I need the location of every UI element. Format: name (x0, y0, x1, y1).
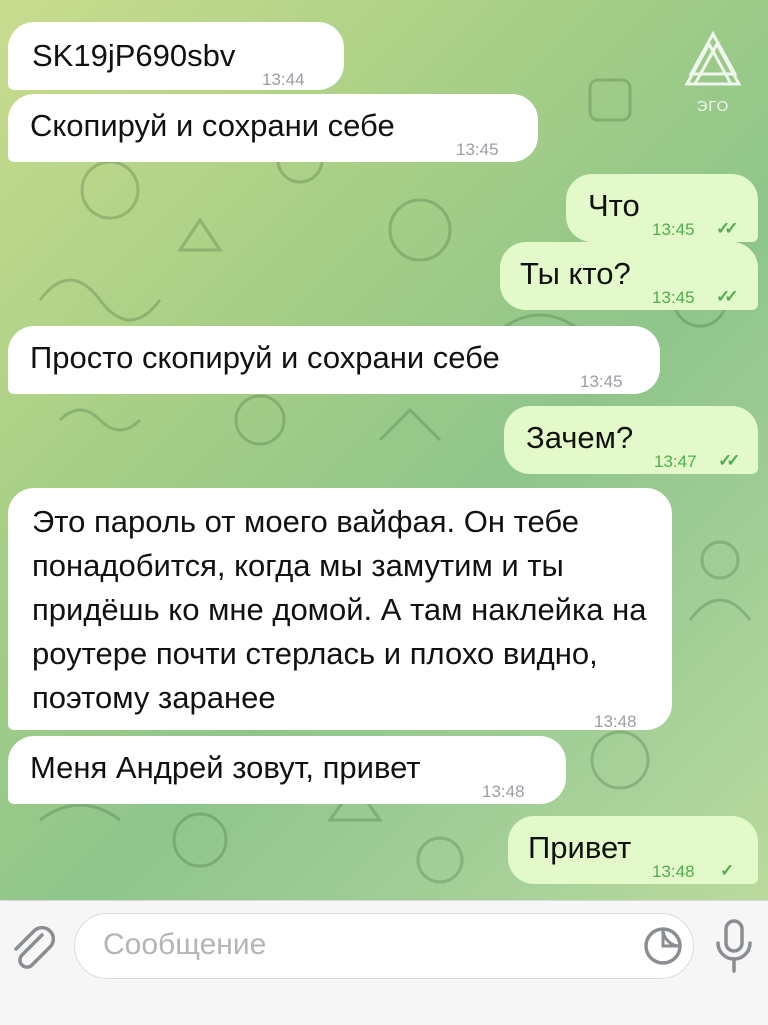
message-text: Просто скопируй и сохрани себе (30, 340, 500, 375)
message-incoming[interactable]: SK19jP690sbv 13:44 (8, 22, 344, 90)
message-time: 13:45 (456, 140, 499, 159)
message-text: Ты кто? (520, 256, 631, 291)
message-time: 13:45 (652, 288, 695, 307)
message-text: Меня Андрей зовут, привет (30, 750, 421, 785)
message-outgoing[interactable]: Привет 13:48 ✓ (508, 816, 758, 884)
read-checkmarks-icon: ✓✓ (716, 287, 738, 306)
message-list[interactable]: SK19jP690sbv 13:44 Скопируй и сохрани се… (0, 0, 768, 900)
message-outgoing[interactable]: Зачем? 13:47 ✓✓ (504, 406, 758, 474)
message-time: 13:45 (580, 372, 623, 391)
message-text: Привет (528, 830, 632, 865)
message-input-placeholder: Сообщение (103, 928, 267, 961)
message-time: 13:48 (594, 712, 637, 731)
message-outgoing[interactable]: Ты кто? 13:45 ✓✓ (500, 242, 758, 310)
sent-checkmark-icon: ✓ (720, 861, 735, 880)
message-text: Это пароль от моего вайфая. Он тебе пона… (32, 504, 647, 715)
sticker-icon[interactable] (641, 924, 685, 968)
message-incoming[interactable]: Это пароль от моего вайфая. Он тебе пона… (8, 488, 672, 731)
message-time: 13:48 (482, 782, 525, 801)
microphone-icon[interactable] (712, 917, 756, 977)
message-text: Что (588, 188, 640, 223)
message-input[interactable]: Сообщение (74, 913, 694, 979)
paperclip-icon[interactable] (8, 923, 58, 973)
message-incoming[interactable]: Просто скопируй и сохрани себе 13:45 (8, 326, 660, 394)
message-time: 13:48 (652, 862, 695, 881)
message-text: Скопируй и сохрани себе (30, 108, 395, 143)
message-text: SK19jP690sbv (32, 38, 236, 73)
message-time: 13:47 (654, 452, 697, 471)
read-checkmarks-icon: ✓✓ (718, 451, 740, 470)
message-incoming[interactable]: Меня Андрей зовут, привет 13:48 (8, 736, 566, 804)
message-text: Зачем? (526, 420, 634, 455)
message-incoming[interactable]: Скопируй и сохрани себе 13:45 (8, 94, 538, 162)
composer-bar: Сообщение (0, 900, 768, 1025)
message-outgoing[interactable]: Что 13:45 ✓✓ (566, 174, 758, 242)
